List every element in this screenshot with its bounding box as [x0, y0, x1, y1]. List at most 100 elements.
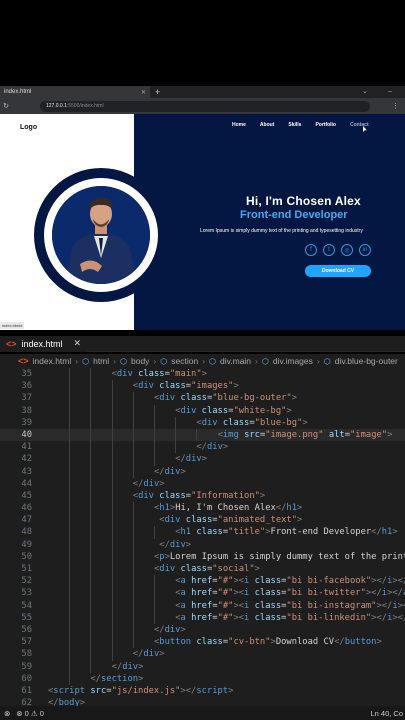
- code-line[interactable]: 52 <a href="#"><i class="bi bi-facebook">…: [0, 575, 405, 588]
- indent-guide: [90, 428, 92, 442]
- indent-guide: [175, 428, 177, 442]
- code-line[interactable]: 62 </body>: [0, 697, 405, 706]
- line-number: 46: [21, 503, 32, 514]
- breadcrumb-item[interactable]: div.blue-bg-outer: [335, 356, 398, 366]
- nav-portfolio[interactable]: Portfolio: [315, 122, 336, 128]
- breadcrumb-item[interactable]: section: [171, 356, 198, 366]
- chevron-right-icon: ›: [202, 356, 206, 366]
- chevron-right-icon: ›: [75, 356, 79, 366]
- code-line[interactable]: 40 <img src="image.png" alt="image">: [0, 428, 405, 442]
- code-token: h1: [180, 527, 192, 538]
- indent-guide: [132, 502, 134, 515]
- code-line[interactable]: 58 </div>: [0, 648, 405, 661]
- cursor-position[interactable]: Ln 40, Co: [370, 709, 405, 718]
- editor-tab-index-html[interactable]: <> index.html ✕: [0, 335, 88, 352]
- url-bar[interactable]: 127.0.0.1 :5500/index.html: [40, 100, 370, 112]
- code-token: >: [259, 490, 266, 501]
- reload-icon[interactable]: ↻: [0, 102, 12, 110]
- code-line[interactable]: 49 </div>: [0, 538, 405, 551]
- code-line[interactable]: 53 <a href="#"><i class="bi bi-twitter"><…: [0, 587, 405, 600]
- line-number: 61: [21, 685, 32, 696]
- code-line[interactable]: 44 </div>: [0, 477, 405, 490]
- menu-icon[interactable]: ⋮: [392, 102, 399, 110]
- code-text: </section>: [90, 673, 143, 685]
- indent-guide: [90, 489, 92, 503]
- breadcrumb-item[interactable]: div.main: [220, 356, 251, 366]
- code-token: h1: [159, 503, 170, 514]
- new-tab-icon[interactable]: +: [155, 86, 160, 98]
- window-minimize-icon[interactable]: –: [388, 86, 392, 98]
- browser-tab[interactable]: index.html ✕: [0, 86, 150, 98]
- problems-indicator[interactable]: ⊗ 0 ⚠ 0: [16, 709, 44, 718]
- indent-guide: [69, 428, 71, 442]
- site-logo[interactable]: Logo: [20, 124, 37, 131]
- close-icon[interactable]: ✕: [74, 338, 82, 349]
- site-nav: Home About Skills Portfolio Contact: [232, 122, 369, 128]
- nav-home[interactable]: Home: [232, 122, 246, 128]
- facebook-icon[interactable]: f: [305, 244, 317, 256]
- code-token: Download CV: [275, 637, 335, 648]
- code-editor[interactable]: 35 <div class="main"> 36 <div class="images…: [0, 368, 405, 706]
- code-token: class: [222, 417, 250, 428]
- code-token: Front-end Developer: [270, 527, 372, 538]
- indent-guide: [132, 599, 134, 612]
- code-token: ></: [180, 685, 197, 696]
- indent-guide: [132, 550, 134, 563]
- code-line[interactable]: 38 <div class="white-bg">: [0, 404, 405, 417]
- breadcrumb-item[interactable]: div.images: [273, 356, 313, 366]
- indent-guide: [111, 550, 113, 563]
- code-line[interactable]: 60 </section>: [0, 672, 405, 685]
- code-token: ><: [233, 600, 245, 611]
- code-token: div: [164, 624, 181, 635]
- code-line[interactable]: 55 <a href="#"><i class="bi bi-linkedin">…: [0, 611, 405, 624]
- indent-guide: [111, 428, 113, 442]
- code-line[interactable]: 54 <a href="#"><i class="bi bi-instagram"…: [0, 599, 405, 612]
- tab-search-icon[interactable]: ⌄: [362, 86, 368, 98]
- code-text: <div class="blue-bg-outer">: [154, 392, 297, 404]
- twitter-icon[interactable]: t: [323, 244, 335, 256]
- code-line[interactable]: 46 <h1>Hi, I'm Chosen Alex</h1>: [0, 502, 405, 515]
- code-line[interactable]: 61 <script src="js/index.js"></script>: [0, 685, 405, 697]
- code-text: <img src="image.png" alt="image">: [218, 429, 393, 441]
- line-number: 41: [21, 442, 32, 453]
- close-icon[interactable]: ✕: [141, 89, 146, 96]
- code-line[interactable]: 37 <div class="blue-bg-outer">: [0, 392, 405, 405]
- code-token: "main": [169, 369, 202, 379]
- code-line[interactable]: 43 </div>: [0, 465, 405, 478]
- code-line[interactable]: 59 </div>: [0, 660, 405, 673]
- linkedin-icon[interactable]: in: [359, 244, 371, 256]
- nav-skills[interactable]: Skills: [288, 122, 301, 128]
- code-line[interactable]: 42 </div>: [0, 453, 405, 466]
- remote-icon[interactable]: ⊗: [4, 709, 10, 718]
- code-token: ><: [233, 576, 245, 587]
- code-line[interactable]: 51 <div class="social">: [0, 563, 405, 576]
- download-cv-button[interactable]: Download CV: [305, 265, 371, 277]
- code-line[interactable]: 56 </div>: [0, 623, 405, 637]
- code-text: <div class="white-bg">: [175, 405, 292, 417]
- nav-contact[interactable]: Contact: [350, 122, 369, 128]
- tab-title: index.html: [4, 89, 32, 95]
- code-token: </: [90, 673, 101, 684]
- indent-guide: [132, 453, 134, 466]
- nav-about[interactable]: About: [260, 122, 274, 128]
- breadcrumb-item[interactable]: index.html: [33, 356, 72, 366]
- code-line[interactable]: 36 <div class="images">: [0, 380, 405, 393]
- breadcrumb-item[interactable]: html: [93, 356, 109, 366]
- code-line[interactable]: 35 <div class="main">: [0, 368, 405, 381]
- instagram-icon[interactable]: ◎: [341, 244, 353, 256]
- breadcrumb-item[interactable]: body: [131, 356, 149, 366]
- line-number: 42: [21, 454, 32, 465]
- code-token: "bi bi-linkedin": [286, 612, 372, 623]
- indent-guide: [111, 599, 113, 612]
- code-line[interactable]: 48 <h1 class="title">Front-end Developer<…: [0, 526, 405, 539]
- indent-guide: [111, 538, 113, 551]
- code-line[interactable]: 57 <button class="cv-btn">Download CV</bu…: [0, 636, 405, 649]
- code-line[interactable]: 39 <div class="blue-bg">: [0, 416, 405, 429]
- url-host: 127.0.0.1: [46, 103, 67, 109]
- code-line[interactable]: 45 <div class="Information">: [0, 489, 405, 503]
- code-line[interactable]: 50 <p>Lorem Ipsum is simply dummy text of…: [0, 550, 405, 563]
- code-line[interactable]: 47 <div class="animated_text">: [0, 514, 405, 527]
- code-line[interactable]: 41 </div>: [0, 441, 405, 454]
- indent-guide: [111, 563, 113, 576]
- indent-guide: [111, 441, 113, 454]
